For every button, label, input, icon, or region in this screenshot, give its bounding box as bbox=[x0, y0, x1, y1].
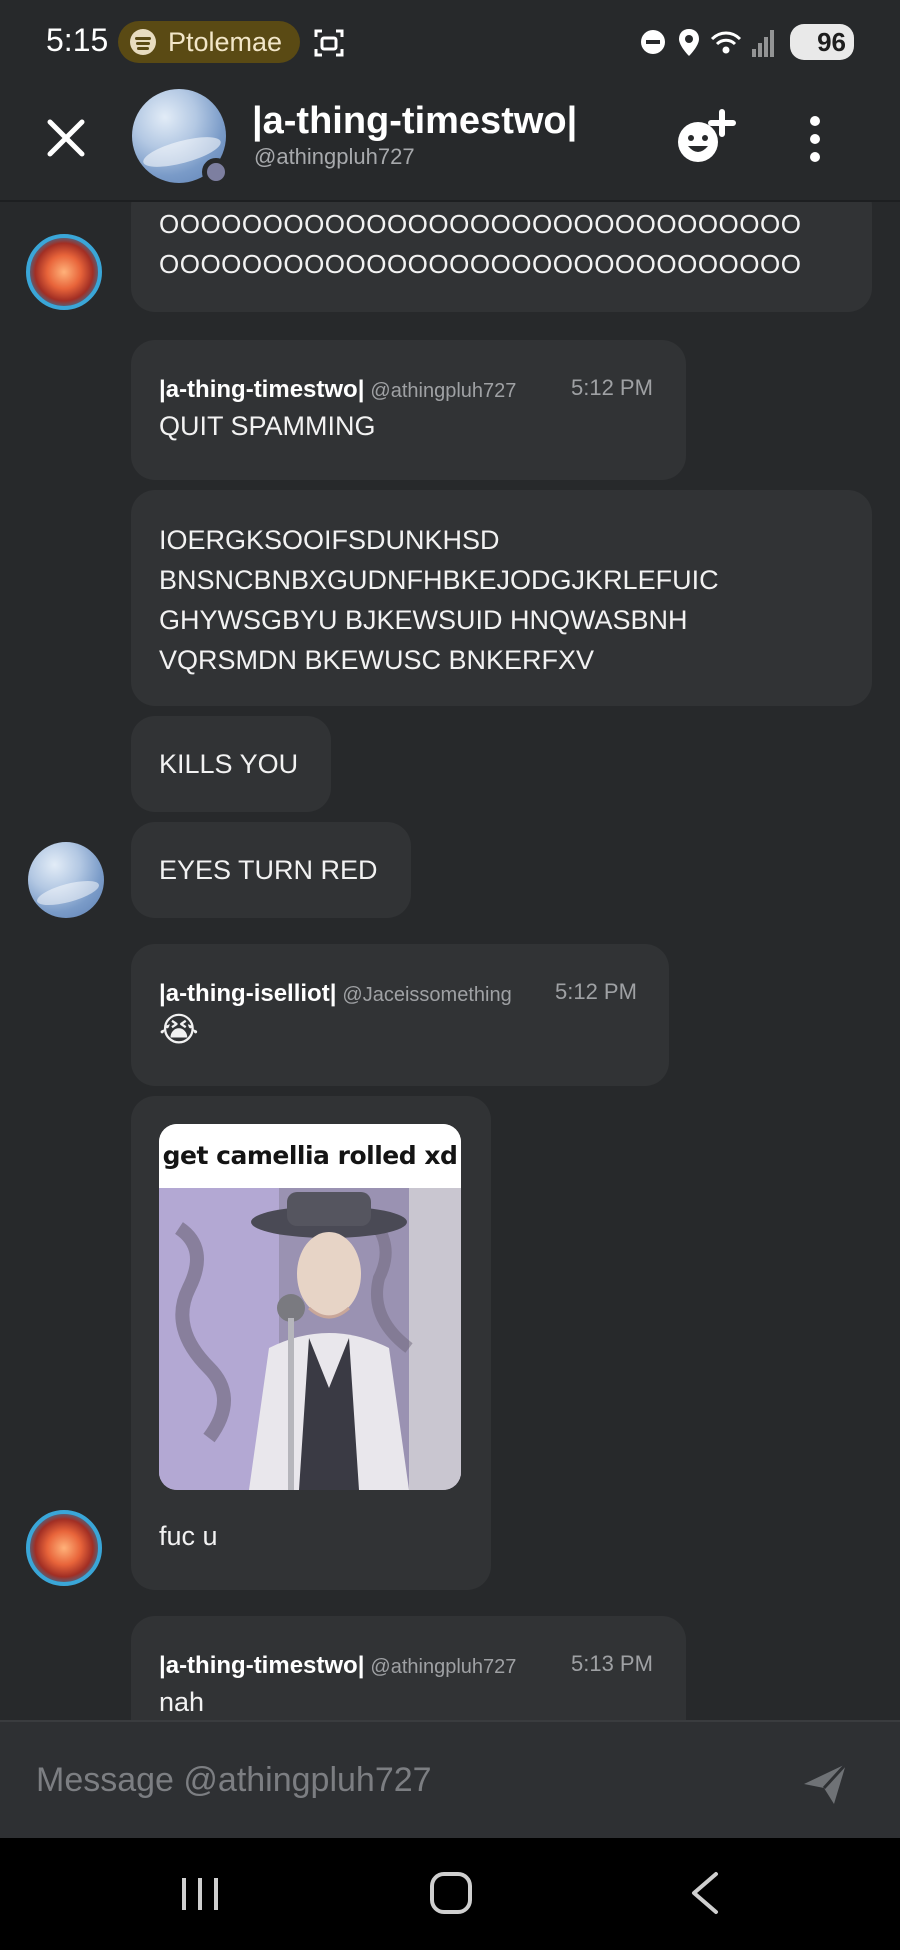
recent-apps-icon[interactable] bbox=[180, 1874, 220, 1914]
status-icons bbox=[641, 29, 774, 57]
message-handle: @Jaceissomething bbox=[342, 984, 512, 1006]
presence-indicator bbox=[202, 158, 230, 186]
user-handle: @athingpluh727 bbox=[254, 144, 415, 169]
message-meta: |a-thing-timestwo| @athingpluh727 bbox=[159, 1644, 516, 1687]
message-bubble[interactable]: |a-thing-timestwo| @athingpluh727 5:13 PM… bbox=[131, 1616, 686, 1720]
message-bubble[interactable]: EYES TURN RED bbox=[131, 822, 411, 918]
message-handle: @athingpluh727 bbox=[370, 1656, 517, 1678]
message-time: 5:12 PM bbox=[555, 979, 637, 1004]
message-bubble[interactable]: KILLS YOU bbox=[131, 716, 331, 812]
send-icon[interactable] bbox=[800, 1758, 850, 1808]
location-icon bbox=[679, 29, 699, 56]
message-composer bbox=[0, 1720, 900, 1838]
media-pill[interactable]: Ptolemae bbox=[118, 21, 300, 63]
dnd-icon bbox=[641, 30, 665, 54]
close-icon[interactable] bbox=[40, 112, 92, 164]
gif-caption: get camellia rolled xd bbox=[159, 1124, 461, 1188]
message-list[interactable]: OOOOOOOOOOOOOOOOOOOOOOOOOOOOOOO OOOOOOOO… bbox=[0, 202, 900, 1720]
message-bubble[interactable]: get camellia rolled xd fuc u bbox=[131, 1096, 491, 1590]
wifi-icon bbox=[710, 31, 742, 54]
system-nav-bar bbox=[0, 1838, 900, 1950]
message-input[interactable] bbox=[36, 1750, 736, 1810]
message-text: QUIT SPAMMING bbox=[159, 411, 376, 441]
signal-icon bbox=[752, 30, 774, 57]
avatar[interactable] bbox=[26, 1510, 102, 1586]
gif-image bbox=[159, 1188, 461, 1490]
add-friend-icon[interactable] bbox=[672, 108, 736, 168]
message-bubble[interactable]: IOERGKSOOIFSDUNKHSD BNSNCBNBXGUDNFHBKEJO… bbox=[131, 490, 872, 706]
message-text: fuc u bbox=[159, 1521, 218, 1551]
message-author[interactable]: |a-thing-timestwo| bbox=[159, 1652, 364, 1679]
message-bubble[interactable]: OOOOOOOOOOOOOOOOOOOOOOOOOOOOOOO OOOOOOOO… bbox=[131, 202, 872, 312]
more-vertical-icon[interactable] bbox=[800, 112, 830, 166]
status-bar: 5:15 Ptolemae 96 bbox=[0, 0, 900, 82]
message-meta: |a-thing-iselliot| @Jaceissomething bbox=[159, 972, 512, 1015]
message-text: KILLS YOU bbox=[159, 749, 299, 779]
home-icon[interactable] bbox=[430, 1872, 472, 1914]
message-text: OOOOOOOOOOOOOOOOOOOOOOOOOOOOOOO OOOOOOOO… bbox=[159, 209, 802, 279]
spotify-icon bbox=[130, 29, 156, 55]
avatar[interactable] bbox=[26, 234, 102, 310]
message-bubble[interactable]: |a-thing-iselliot| @Jaceissomething 5:12 … bbox=[131, 944, 669, 1086]
screen-capture-icon bbox=[314, 29, 344, 57]
message-meta: |a-thing-timestwo| @athingpluh727 bbox=[159, 368, 516, 411]
status-time: 5:15 bbox=[46, 22, 109, 58]
media-app-name: Ptolemae bbox=[168, 27, 283, 57]
message-emoji: 😭 bbox=[159, 1011, 199, 1049]
message-bubble[interactable]: |a-thing-timestwo| @athingpluh727 5:12 PM… bbox=[131, 340, 686, 480]
message-time: 5:13 PM bbox=[571, 1651, 653, 1676]
battery-indicator: 96 bbox=[790, 24, 854, 60]
message-text: IOERGKSOOIFSDUNKHSD BNSNCBNBXGUDNFHBKEJO… bbox=[159, 525, 719, 675]
avatar[interactable] bbox=[28, 842, 104, 918]
message-text: EYES TURN RED bbox=[159, 855, 378, 885]
message-text: nah bbox=[159, 1687, 205, 1717]
message-author[interactable]: |a-thing-timestwo| bbox=[159, 376, 364, 403]
chat-header: |a-thing-timestwo| @athingpluh727 bbox=[0, 82, 900, 202]
user-display-name[interactable]: |a-thing-timestwo| bbox=[252, 100, 577, 143]
back-icon[interactable] bbox=[686, 1870, 722, 1916]
gif-attachment[interactable]: get camellia rolled xd bbox=[159, 1124, 461, 1490]
message-author[interactable]: |a-thing-iselliot| bbox=[159, 980, 336, 1007]
message-time: 5:12 PM bbox=[571, 375, 653, 400]
message-handle: @athingpluh727 bbox=[370, 380, 517, 402]
